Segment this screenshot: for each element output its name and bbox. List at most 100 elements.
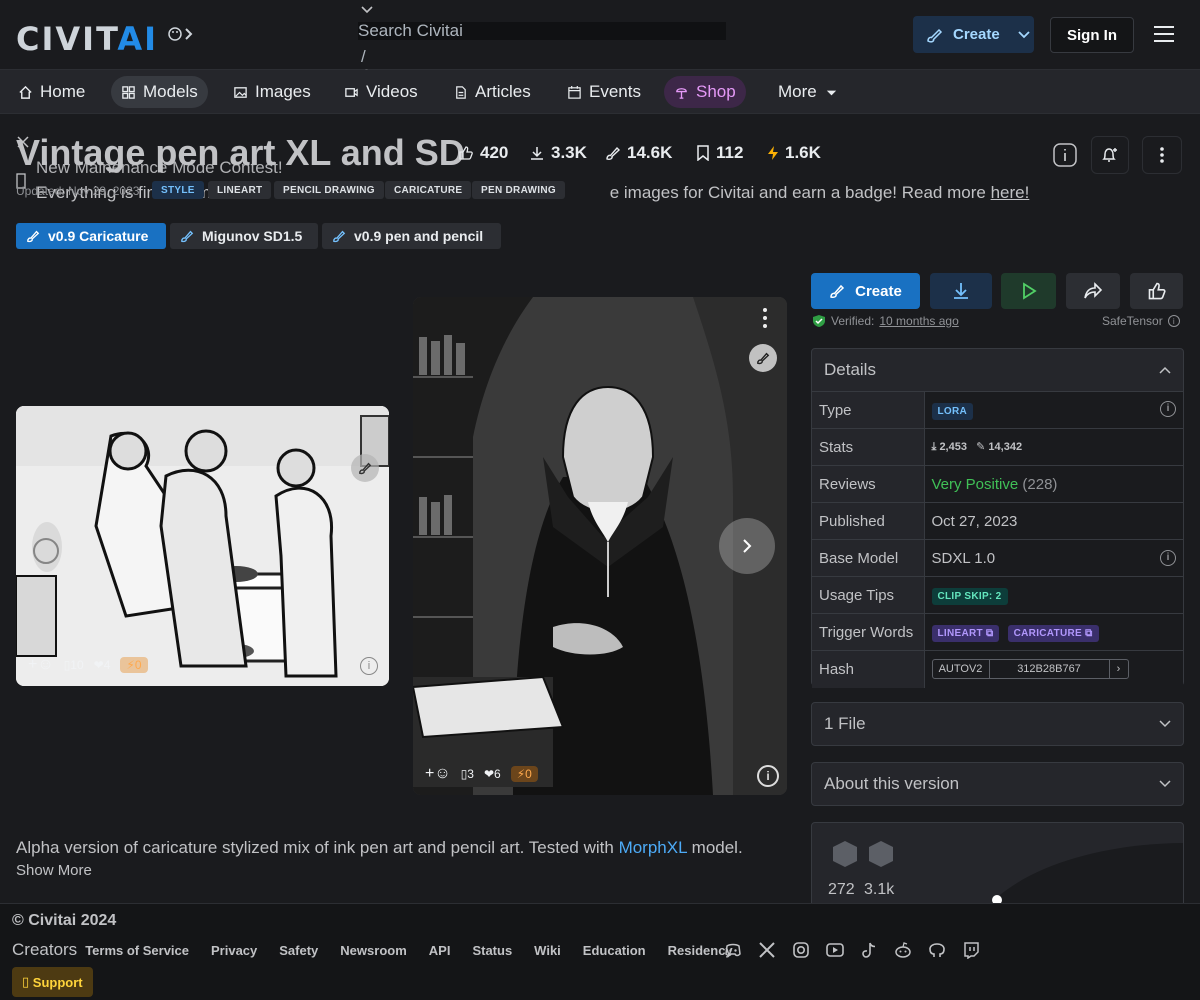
footer-link-residency[interactable]: Residency: [668, 943, 733, 958]
nav-articles[interactable]: Articles: [443, 76, 541, 108]
instagram-icon[interactable]: [792, 941, 810, 959]
dots-vertical-icon: [1160, 147, 1164, 163]
tag-pencil-drawing[interactable]: PENCIL DRAWING: [274, 181, 384, 199]
details-header[interactable]: Details: [812, 349, 1183, 391]
image-info-icon[interactable]: i: [757, 765, 779, 787]
trigger-word-caricature[interactable]: CARICATURE ⧉: [1007, 624, 1099, 642]
footer-link-privacy[interactable]: Privacy: [211, 943, 257, 958]
table-row: Hash AUTOV2 312B28B767 ›: [812, 650, 1183, 688]
nav-videos-label: Videos: [366, 82, 418, 101]
twitch-icon[interactable]: [962, 941, 980, 959]
remix-icon[interactable]: [749, 344, 777, 372]
share-button[interactable]: [1066, 273, 1120, 309]
version-caricature-button[interactable]: v0.9 Caricature: [16, 223, 166, 249]
footer-link-status[interactable]: Status: [472, 943, 512, 958]
image-reactions-1: +☺ ▯10 ❤4 ⚡0: [28, 656, 148, 674]
stats-generations: 14,342: [988, 441, 1023, 453]
close-icon[interactable]: [16, 135, 30, 149]
detail-key: Trigger Words: [812, 613, 925, 651]
tag-style[interactable]: STYLE: [152, 181, 204, 199]
brush-icon: [181, 230, 194, 243]
published-date: Oct 27, 2023: [924, 502, 1183, 540]
youtube-icon[interactable]: [826, 941, 844, 959]
heart-count: ❤4: [93, 658, 111, 672]
announcement-link[interactable]: here!: [991, 183, 1030, 202]
civitai-logo[interactable]: CIVITAI: [16, 20, 158, 58]
files-heading: 1 File: [824, 714, 866, 733]
download-icon: ⤓: [931, 441, 937, 453]
article-icon: [456, 85, 466, 99]
footer-link-wiki[interactable]: Wiki: [534, 943, 561, 958]
reddit-icon[interactable]: [894, 941, 912, 959]
info-icon[interactable]: i: [1160, 400, 1176, 417]
create-with-model-button[interactable]: Create: [811, 273, 920, 309]
bookmarks-count: 112: [716, 143, 744, 162]
table-row: Usage Tips CLIP SKIP: 2: [812, 576, 1183, 614]
discord-icon[interactable]: [724, 941, 742, 959]
nav-more[interactable]: More: [768, 76, 849, 108]
image-info-icon[interactable]: i: [360, 657, 378, 675]
brush-icon: [606, 146, 621, 160]
gallery-image-1[interactable]: +☺ ▯10 ❤4 ⚡0 i: [16, 406, 389, 686]
about-version-panel[interactable]: About this version: [811, 762, 1184, 806]
logo-menu-chevron[interactable]: [168, 26, 194, 46]
hash-value[interactable]: 312B28B767: [990, 660, 1110, 679]
carousel-next-icon[interactable]: [719, 518, 775, 574]
add-reaction-icon[interactable]: +☺: [28, 656, 54, 674]
remix-icon[interactable]: [351, 454, 379, 482]
add-reaction-icon[interactable]: +☺: [425, 765, 451, 783]
chevron-down-icon[interactable]: [361, 6, 373, 14]
version-migunov-button[interactable]: Migunov SD1.5: [170, 223, 318, 249]
trigger-word-lineart[interactable]: LINEART ⧉: [931, 624, 1000, 642]
search-input[interactable]: Search Civitai: [358, 21, 463, 41]
tag-pen-drawing[interactable]: PEN DRAWING: [472, 181, 565, 199]
create-button[interactable]: Create: [913, 16, 1034, 53]
chevron-right-icon[interactable]: ›: [1110, 660, 1128, 678]
nav-models[interactable]: Models: [111, 76, 208, 108]
hamburger-menu-icon[interactable]: [1154, 26, 1174, 42]
detail-key: Published: [812, 502, 925, 540]
hash-box[interactable]: AUTOV2 312B28B767 ›: [931, 659, 1129, 680]
x-icon[interactable]: [758, 941, 776, 959]
like-button[interactable]: [1130, 273, 1183, 309]
table-row: Stats ⤓ 2,453 ✎ 14,342: [812, 428, 1183, 466]
sign-in-button[interactable]: Sign In: [1050, 17, 1134, 53]
verified-time[interactable]: 10 months ago: [879, 314, 958, 328]
github-icon[interactable]: [928, 941, 946, 959]
footer-link-education[interactable]: Education: [583, 943, 646, 958]
nav-events[interactable]: Events: [557, 76, 651, 108]
files-panel[interactable]: 1 File: [811, 702, 1184, 746]
footer-link-newsroom[interactable]: Newsroom: [340, 943, 406, 958]
info-button[interactable]: [1046, 136, 1084, 174]
gallery-image-2[interactable]: +☺ ▯3 ❤6 ⚡0 i: [413, 297, 787, 795]
play-button[interactable]: [1001, 273, 1056, 309]
nav-videos[interactable]: Videos: [334, 76, 428, 108]
notify-button[interactable]: [1091, 136, 1129, 174]
nav-shop[interactable]: Shop: [664, 76, 746, 108]
buzz-tip-count[interactable]: ⚡0: [510, 766, 538, 782]
model-description: Alpha version of caricature stylized mix…: [16, 838, 743, 858]
download-button[interactable]: [930, 273, 992, 309]
footer-link-terms[interactable]: Terms of Service: [85, 943, 189, 958]
footer-link-safety[interactable]: Safety: [279, 943, 318, 958]
tag-lineart[interactable]: LINEART: [208, 181, 272, 199]
show-more-link[interactable]: Show More: [16, 862, 92, 879]
buzz-tip-count[interactable]: ⚡0: [120, 657, 148, 673]
info-icon[interactable]: i: [1167, 315, 1180, 327]
nav-images[interactable]: Images: [223, 76, 321, 108]
version-pen-pencil-button[interactable]: v0.9 pen and pencil: [322, 223, 501, 249]
hash-type[interactable]: AUTOV2: [933, 660, 990, 679]
morphxl-link[interactable]: MorphXL: [619, 838, 687, 857]
footer-creators-link[interactable]: Creators: [12, 940, 77, 960]
tag-caricature[interactable]: CARICATURE: [385, 181, 472, 199]
reviews-sentiment[interactable]: Very Positive: [932, 476, 1019, 493]
info-icon[interactable]: i: [1160, 549, 1176, 566]
carousel-prev-icon[interactable]: [32, 522, 62, 572]
nav-home[interactable]: Home: [8, 76, 95, 108]
support-button[interactable]: ▯ Support: [12, 967, 93, 997]
footer-link-api[interactable]: API: [429, 943, 451, 958]
more-options-button[interactable]: [1142, 136, 1182, 174]
image-menu-icon[interactable]: [761, 305, 769, 331]
tiktok-icon[interactable]: [860, 941, 878, 959]
reaction-count: ▯3: [460, 767, 474, 781]
